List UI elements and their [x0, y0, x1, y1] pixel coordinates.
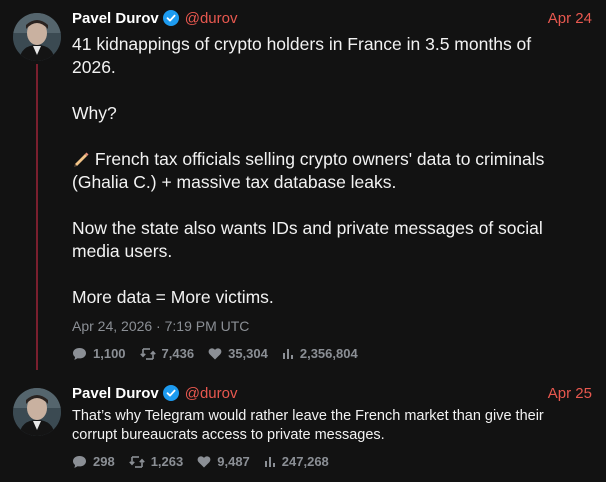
retweets-count: 7,436 [161, 346, 195, 361]
retweets-count: 1,263 [150, 454, 184, 469]
post-header: Pavel Durov @durov [72, 8, 237, 28]
post-paragraph: Why? [72, 103, 117, 123]
post-paragraph-text: French tax officials selling crypto owne… [72, 149, 545, 192]
post-date[interactable]: Apr 24 [548, 10, 592, 27]
views-count: 247,268 [281, 454, 329, 469]
post-date[interactable]: Apr 25 [548, 385, 592, 402]
comments-count: 1,100 [93, 346, 126, 361]
author-name[interactable]: Pavel Durov [72, 385, 159, 402]
bar-chart-icon [264, 456, 275, 467]
likes-count: 9,487 [217, 454, 250, 469]
post-body: 41 kidnappings of crypto holders in Fran… [72, 33, 577, 309]
post-stats: 298 1,263 9,487 247,268 [72, 454, 343, 469]
verified-badge-icon [162, 10, 179, 26]
author-name[interactable]: Pavel Durov [72, 10, 159, 27]
retweet-icon [139, 347, 156, 360]
avatar[interactable] [13, 388, 61, 436]
post-body: That’s why Telegram would rather leave t… [72, 408, 544, 443]
comments-button[interactable]: 298 [72, 454, 115, 469]
post-paragraph: More data = More victims. [72, 287, 274, 307]
retweet-button[interactable]: 7,436 [139, 346, 195, 361]
heart-icon [208, 348, 222, 360]
author-handle[interactable]: @durov [185, 10, 238, 27]
post-stats: 1,100 7,436 35,304 2,356,804 [72, 346, 372, 361]
pencil-icon [74, 152, 89, 167]
thread-connector-line [36, 64, 38, 370]
thread: Pavel Durov @durov Apr 24 41 kidnappings… [0, 0, 606, 482]
views-button[interactable]: 2,356,804 [282, 346, 358, 361]
retweet-icon [128, 455, 145, 468]
post-paragraph: 41 kidnappings of crypto holders in Fran… [72, 34, 532, 77]
post-paragraph: French tax officials selling crypto owne… [72, 148, 577, 194]
post-timestamp[interactable]: Apr 24, 2026 · 7:19 PM UTC [72, 318, 249, 334]
comment-icon [73, 455, 86, 468]
comments-button[interactable]: 1,100 [72, 346, 126, 361]
verified-badge-icon [162, 385, 179, 401]
retweet-button[interactable]: 1,263 [128, 454, 184, 469]
author-handle[interactable]: @durov [185, 385, 238, 402]
post-header: Pavel Durov @durov [72, 383, 237, 403]
bar-chart-icon [282, 348, 293, 359]
avatar-image [13, 13, 61, 61]
post-paragraph: Now the state also wants IDs and private… [72, 218, 543, 261]
avatar[interactable] [13, 13, 61, 61]
heart-icon [197, 456, 211, 468]
comments-count: 298 [93, 454, 115, 469]
avatar-image [13, 388, 61, 436]
comment-icon [73, 347, 86, 360]
views-count: 2,356,804 [299, 346, 358, 361]
like-button[interactable]: 35,304 [208, 346, 268, 361]
like-button[interactable]: 9,487 [197, 454, 250, 469]
likes-count: 35,304 [228, 346, 268, 361]
views-button[interactable]: 247,268 [264, 454, 329, 469]
